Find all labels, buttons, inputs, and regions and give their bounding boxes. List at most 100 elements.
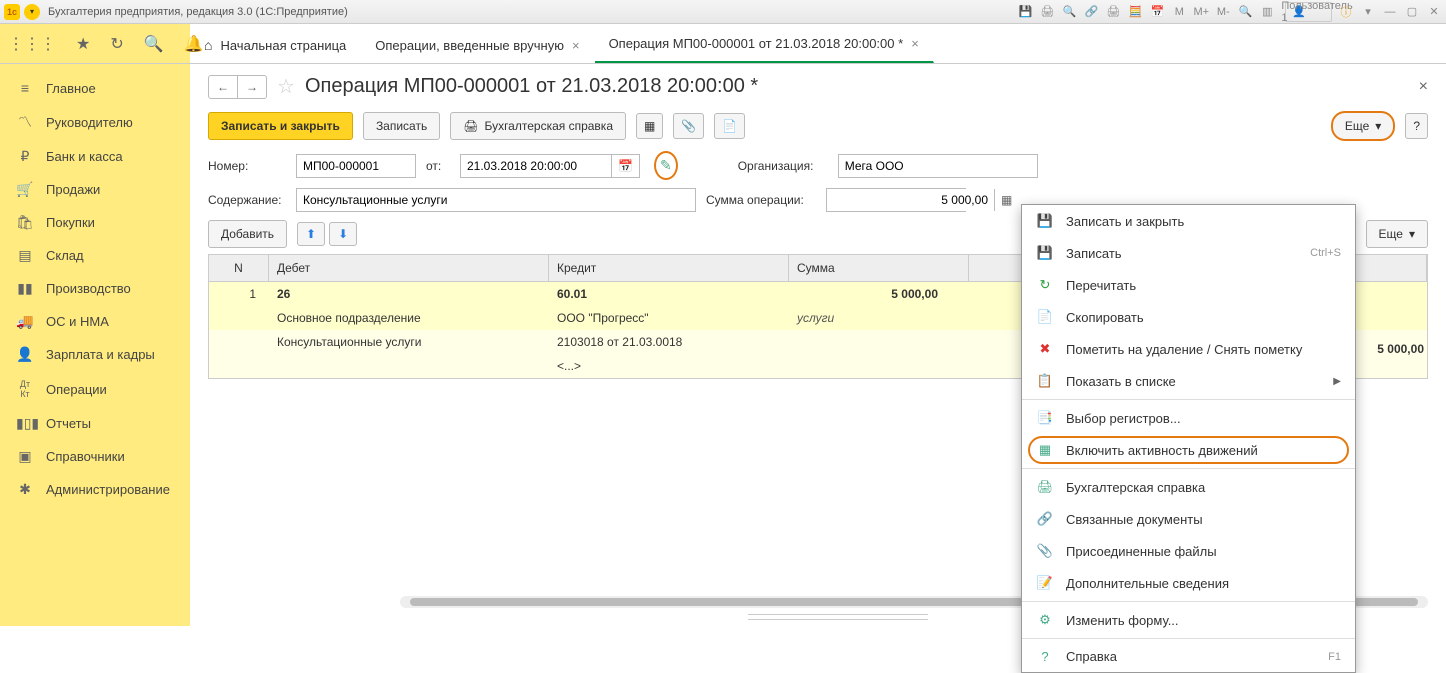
zoom-icon[interactable]: 🔍 — [1237, 4, 1253, 20]
accounting-ref-button[interactable]: 🖨Бухгалтерская справка — [450, 112, 626, 140]
save-button[interactable]: Записать — [363, 112, 440, 140]
sidebar-item-bank[interactable]: ₽Банк и касса — [0, 140, 190, 173]
cell-credit: 60.01 — [549, 282, 789, 306]
menu-reread[interactable]: ↻Перечитать — [1022, 269, 1355, 301]
notes-icon: 📝 — [1036, 575, 1054, 591]
mminus-btn[interactable]: М- — [1215, 4, 1231, 20]
chevron-down-icon: ▾ — [1375, 119, 1381, 133]
user-button[interactable]: 👤 Пользователь 1 — [1285, 2, 1332, 22]
from-label: от: — [426, 159, 450, 173]
menu-additional-info[interactable]: 📝Дополнительные сведения — [1022, 567, 1355, 599]
close-page-icon[interactable]: × — [1419, 78, 1428, 96]
number-input[interactable] — [296, 154, 416, 178]
menu-label: Связанные документы — [1066, 512, 1341, 527]
search-icon[interactable]: 🔍 — [144, 34, 164, 54]
org-input[interactable] — [838, 154, 1038, 178]
sidebar-item-production[interactable]: ▮▮Производство — [0, 272, 190, 305]
sidebar-item-main[interactable]: ≡Главное — [0, 72, 190, 104]
menu-separator — [1022, 638, 1355, 639]
calendar-icon[interactable]: 📅 — [1149, 4, 1165, 20]
menu-linked-docs[interactable]: 🔗Связанные документы — [1022, 503, 1355, 535]
info-drop-icon[interactable]: ▾ — [1360, 4, 1376, 20]
sidebar-item-operations[interactable]: ДтКтОперации — [0, 371, 190, 407]
tab-operations-manual[interactable]: Операции, введенные вручную × — [361, 28, 594, 63]
sidebar-item-reports[interactable]: ▮▯▮Отчеты — [0, 407, 190, 440]
help-button[interactable]: ? — [1405, 113, 1428, 139]
menu-change-form[interactable]: ⚙Изменить форму... — [1022, 604, 1355, 636]
menu-choose-registers[interactable]: 📑Выбор регистров... — [1022, 402, 1355, 434]
print-icon[interactable]: 🖨 — [1039, 4, 1055, 20]
menu-save[interactable]: 💾ЗаписатьCtrl+S — [1022, 237, 1355, 269]
close-window-icon[interactable]: ✕ — [1426, 4, 1442, 20]
menu-show-in-list[interactable]: 📋Показать в списке▶ — [1022, 365, 1355, 397]
app-menu-drop-icon[interactable]: ▾ — [24, 4, 40, 20]
sidebar-item-catalogs[interactable]: ▣Справочники — [0, 440, 190, 473]
favorite-icon[interactable]: ★ — [76, 34, 90, 54]
calc-icon[interactable]: 🧮 — [1127, 4, 1143, 20]
menu-mark-delete[interactable]: ✖Пометить на удаление / Снять пометку — [1022, 333, 1355, 365]
move-up-button[interactable]: ⬆ — [297, 222, 325, 246]
menu-copy[interactable]: 📄Скопировать — [1022, 301, 1355, 333]
tab-label: Операция МП00-000001 от 21.03.2018 20:00… — [609, 36, 904, 51]
panels-icon[interactable]: ▥ — [1259, 4, 1275, 20]
content-input[interactable] — [296, 188, 696, 212]
nav-back-icon[interactable]: ← — [209, 76, 238, 98]
cell-credit-more: <...> — [549, 354, 789, 378]
menu-label: Включить активность движений — [1066, 443, 1341, 458]
attach-button[interactable]: 📎 — [673, 113, 704, 139]
sum-input[interactable] — [827, 189, 994, 211]
save-icon[interactable]: 💾 — [1017, 4, 1033, 20]
sidebar-item-label: Отчеты — [46, 416, 91, 431]
sidebar-item-label: Справочники — [46, 449, 125, 464]
menu-label: Записать — [1066, 246, 1298, 261]
tab-home[interactable]: ⌂ Начальная страница — [190, 27, 361, 63]
menu-label: Бухгалтерская справка — [1066, 480, 1341, 495]
sidebar-item-salary[interactable]: 👤Зарплата и кадры — [0, 338, 190, 371]
history-icon[interactable]: ↻ — [110, 34, 123, 54]
sidebar-item-warehouse[interactable]: ▤Склад — [0, 239, 190, 272]
menu-help[interactable]: ?СправкаF1 — [1022, 641, 1355, 672]
favorite-star-icon[interactable]: ☆ — [277, 74, 295, 99]
sidebar-item-manager[interactable]: 〽Руководителю — [0, 104, 190, 140]
calc-icon[interactable]: ▦ — [994, 189, 1018, 211]
save-and-close-button[interactable]: Записать и закрыть — [208, 112, 353, 140]
sidebar-item-label: Руководителю — [46, 115, 133, 130]
close-icon[interactable]: × — [911, 36, 919, 51]
menu-enable-activity[interactable]: ▦Включить активность движений — [1022, 434, 1355, 466]
sidebar-item-os-nma[interactable]: 🚚ОС и НМА — [0, 305, 190, 338]
add-row-button[interactable]: Добавить — [208, 220, 287, 248]
edit-date-icon[interactable]: ✎ — [660, 157, 672, 174]
maximize-icon[interactable]: ▢ — [1404, 4, 1420, 20]
sidebar-item-label: Продажи — [46, 182, 100, 197]
notes-button[interactable]: 📄 — [714, 113, 745, 139]
sidebar-item-label: Покупки — [46, 215, 95, 230]
m-btn[interactable]: М — [1171, 4, 1187, 20]
grid-more-button[interactable]: Еще ▾ — [1366, 220, 1428, 248]
minimize-icon[interactable]: — — [1382, 4, 1398, 20]
menu-attached-files[interactable]: 📎Присоединенные файлы — [1022, 535, 1355, 567]
preview-icon[interactable]: 🔍 — [1061, 4, 1077, 20]
sidebar-item-admin[interactable]: ✱Администрирование — [0, 473, 190, 506]
sidebar-item-sales[interactable]: 🛒Продажи — [0, 173, 190, 206]
menu-accounting-ref[interactable]: 🖨Бухгалтерская справка — [1022, 471, 1355, 503]
main: ← → ☆ Операция МП00-000001 от 21.03.2018… — [190, 64, 1446, 626]
tab-operation-current[interactable]: Операция МП00-000001 от 21.03.2018 20:00… — [595, 26, 934, 63]
nav-fwd-icon[interactable]: → — [238, 76, 266, 98]
calendar-picker-icon[interactable]: 📅 — [611, 155, 639, 177]
apps-icon[interactable]: ⋮⋮⋮ — [8, 34, 56, 54]
link-icon[interactable]: 🔗 — [1083, 4, 1099, 20]
info-icon[interactable]: ⓘ — [1338, 4, 1354, 20]
cell-sum: 5 000,00 — [789, 282, 969, 306]
sidebar-item-purchases[interactable]: 🛍Покупки — [0, 206, 190, 239]
print2-icon[interactable]: 🖨 — [1105, 4, 1121, 20]
more-button[interactable]: Еще ▾ — [1331, 111, 1395, 141]
date-input[interactable] — [461, 155, 611, 177]
move-down-button[interactable]: ⬇ — [329, 222, 357, 246]
close-icon[interactable]: × — [572, 38, 580, 53]
menu-save-close[interactable]: 💾Записать и закрыть — [1022, 205, 1355, 237]
mplus-btn[interactable]: М+ — [1193, 4, 1209, 20]
app-title: Бухгалтерия предприятия, редакция 3.0 (1… — [48, 6, 1017, 18]
sidebar-item-label: Главное — [46, 81, 96, 96]
struct-button[interactable]: ▦ — [636, 113, 663, 139]
resize-handle[interactable] — [748, 614, 928, 620]
